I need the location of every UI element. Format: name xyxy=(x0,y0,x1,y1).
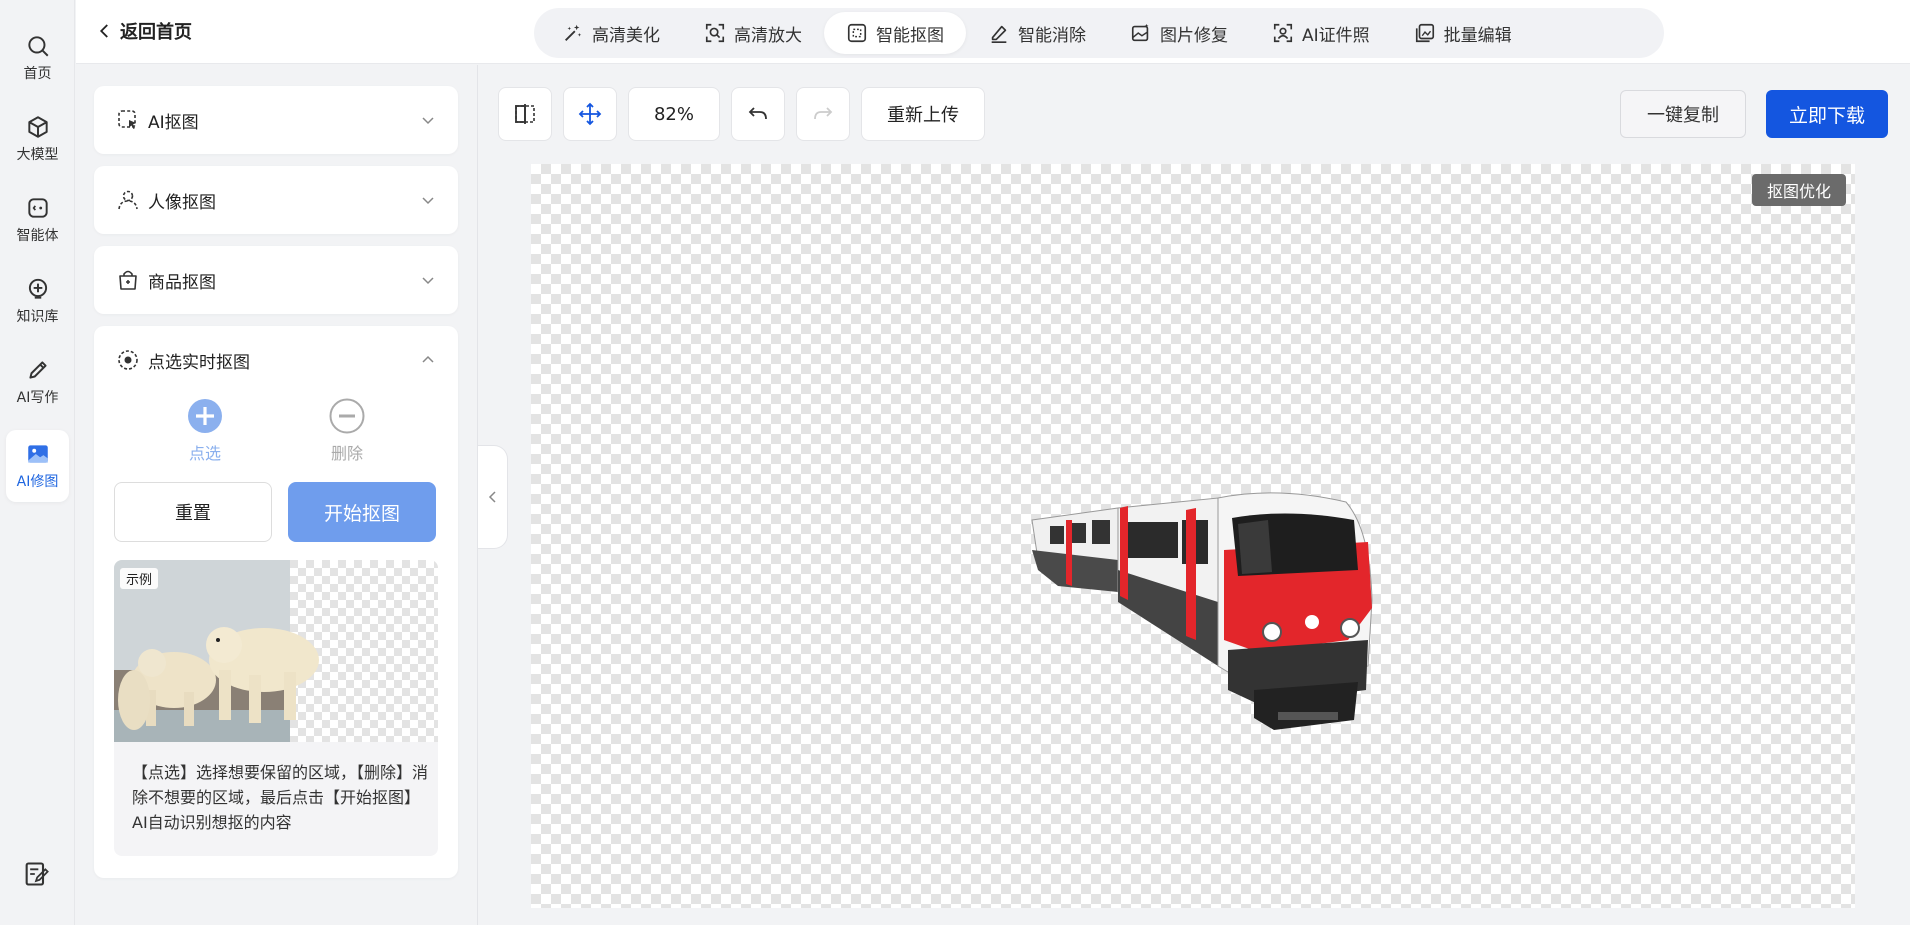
copy-button[interactable]: 一键复制 xyxy=(1620,90,1746,138)
section-label: 商品抠图 xyxy=(148,272,216,293)
reset-button[interactable]: 重置 xyxy=(114,482,272,542)
mode-label: 点选 xyxy=(188,444,221,463)
section-portrait-cutout[interactable]: 人像抠图 xyxy=(94,166,458,234)
photo-repair-icon xyxy=(1131,23,1149,42)
undo-button[interactable] xyxy=(731,87,785,141)
cutout-options-panel: AI抠图 人像抠图 商品抠图 点选实时抠图 点选 删除 重置 开始抠图 示例 【… xyxy=(76,65,478,925)
ai-cutout-icon xyxy=(118,110,136,129)
zoom-level[interactable]: 82% xyxy=(628,87,720,141)
mode-delete-button[interactable]: 删除 xyxy=(329,398,365,464)
example-description: 【点选】选择想要保留的区域，【删除】消除不想要的区域，最后点击【开始抠图】AI自… xyxy=(132,763,429,832)
rail-label: 智能体 xyxy=(16,228,59,244)
redo-icon xyxy=(814,107,833,120)
rail-item-ai-retouch[interactable]: AI修图 xyxy=(6,430,69,502)
rail-item-agent[interactable]: 智能体 xyxy=(6,184,69,256)
tab-label: 批量编辑 xyxy=(1443,25,1512,46)
start-cutout-button[interactable]: 开始抠图 xyxy=(288,482,436,542)
rail-item-home[interactable]: 首页 xyxy=(6,22,69,94)
mode-label: 删除 xyxy=(330,444,363,463)
rail-item-model[interactable]: 大模型 xyxy=(6,103,69,175)
rail-label: 知识库 xyxy=(16,309,59,325)
rail-label: AI修图 xyxy=(16,474,59,490)
minus-circle-icon xyxy=(329,398,365,434)
left-rail: 首页 大模型 智能体 知识库 AI写作 AI修图 xyxy=(0,0,75,925)
rail-label: 首页 xyxy=(23,66,52,82)
zoom-icon xyxy=(705,23,725,43)
tab-label: AI证件照 xyxy=(1302,25,1370,46)
example-image xyxy=(114,560,438,742)
chevron-up-icon xyxy=(422,355,434,363)
compare-icon xyxy=(515,104,535,124)
cube-icon xyxy=(27,116,48,138)
tab-ai-id-photo[interactable]: AI证件照 xyxy=(1250,12,1392,54)
pan-move-button[interactable] xyxy=(563,87,617,141)
rail-item-writing[interactable]: AI写作 xyxy=(6,346,69,418)
note-edit-icon[interactable] xyxy=(22,860,50,888)
tab-photo-repair[interactable]: 图片修复 xyxy=(1108,12,1250,54)
image-icon xyxy=(27,445,48,463)
cutout-icon xyxy=(847,23,867,43)
tab-label: 智能抠图 xyxy=(876,25,944,46)
tab-label: 高清美化 xyxy=(592,25,660,46)
plus-circle-icon xyxy=(188,399,222,433)
chevron-down-icon xyxy=(422,197,434,205)
compare-button[interactable] xyxy=(498,87,552,141)
section-ai-cutout[interactable]: AI抠图 xyxy=(94,86,458,154)
redo-button[interactable] xyxy=(796,87,850,141)
train-cutout-image xyxy=(1031,492,1373,730)
pen-icon xyxy=(28,361,47,379)
magic-wand-icon xyxy=(565,24,582,41)
tab-smart-cutout[interactable]: 智能抠图 xyxy=(824,12,966,54)
tab-hd-upscale[interactable]: 高清放大 xyxy=(682,12,824,54)
section-point-cutout-header[interactable]: 点选实时抠图 xyxy=(94,326,458,394)
section-point-cutout: 点选实时抠图 点选 删除 重置 开始抠图 示例 【点选】选择想要保留的区域，【删… xyxy=(94,326,458,878)
shopping-bag-icon xyxy=(119,270,137,290)
tab-hd-beautify[interactable]: 高清美化 xyxy=(540,12,682,54)
example-card: 示例 【点选】选择想要保留的区域，【删除】消除不想要的区域，最后点击【开始抠图】… xyxy=(114,560,438,856)
rail-label: AI写作 xyxy=(16,390,59,406)
id-photo-icon xyxy=(1273,23,1293,43)
knowledge-icon xyxy=(28,278,47,299)
reupload-button[interactable]: 重新上传 xyxy=(861,87,985,141)
tool-tabs: 高清美化 高清放大 智能抠图 智能消除 图片修复 AI证件照 批量编辑 xyxy=(534,8,1664,58)
tab-batch-edit[interactable]: 批量编辑 xyxy=(1392,12,1534,54)
rail-item-knowledge[interactable]: 知识库 xyxy=(6,265,69,337)
chevron-down-icon xyxy=(422,117,434,125)
tab-smart-erase[interactable]: 智能消除 xyxy=(966,12,1108,54)
example-tag: 示例 xyxy=(120,568,159,589)
tab-label: 图片修复 xyxy=(1160,25,1228,46)
agent-icon xyxy=(27,198,48,218)
tab-label: 高清放大 xyxy=(734,25,802,46)
batch-edit-icon xyxy=(1415,23,1434,43)
eraser-icon xyxy=(991,25,1007,43)
mode-select-button[interactable]: 点选 xyxy=(187,398,223,464)
undo-icon xyxy=(748,107,767,120)
tab-label: 智能消除 xyxy=(1018,25,1086,46)
rail-label: 大模型 xyxy=(16,147,59,163)
back-home-link[interactable]: 返回首页 xyxy=(96,18,192,44)
top-bar: 返回首页 高清美化 高清放大 智能抠图 智能消除 图片修复 AI证件照 批量编辑 xyxy=(76,0,1910,64)
point-select-icon xyxy=(118,350,138,370)
chevron-down-icon xyxy=(422,277,434,285)
section-label: AI抠图 xyxy=(148,112,199,133)
section-label: 人像抠图 xyxy=(148,192,216,213)
portrait-icon xyxy=(118,190,138,210)
chevron-left-icon xyxy=(99,24,108,38)
section-product-cutout[interactable]: 商品抠图 xyxy=(94,246,458,314)
collapse-panel-handle[interactable] xyxy=(478,445,508,549)
move-arrows-icon xyxy=(578,102,602,126)
cutout-optimize-badge[interactable]: 抠图优化 xyxy=(1752,174,1846,206)
back-label: 返回首页 xyxy=(120,22,192,43)
download-button[interactable]: 立即下载 xyxy=(1766,90,1888,138)
section-label: 点选实时抠图 xyxy=(148,352,250,373)
chevron-left-icon xyxy=(488,491,496,503)
search-icon xyxy=(27,36,48,57)
